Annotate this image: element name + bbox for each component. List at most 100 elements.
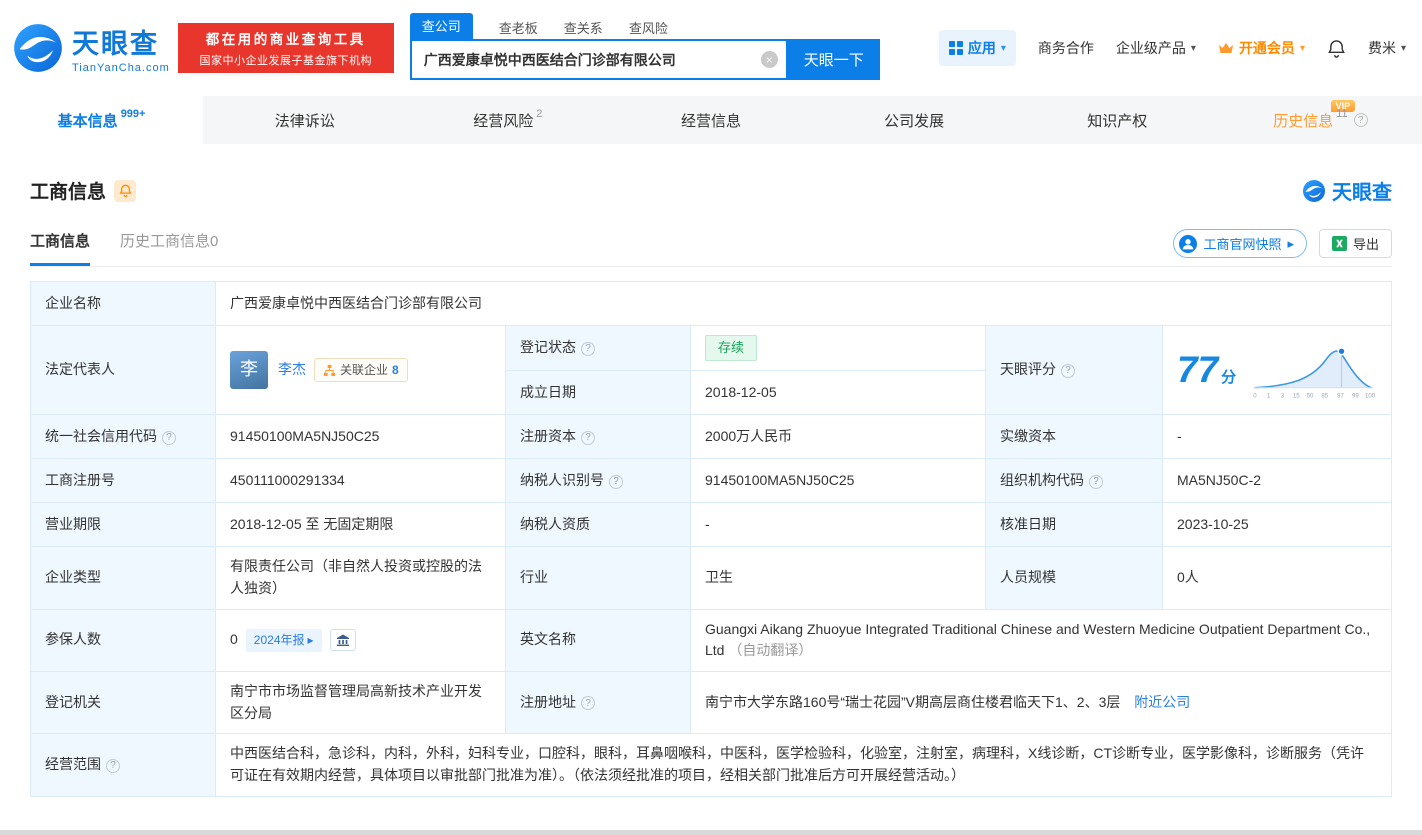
apps-menu-button[interactable]: 应用 ▾ xyxy=(938,30,1016,66)
business-scope-value: 中西医结合科，急诊科，内科，外科，妇科专业，口腔科，眼科，耳鼻咽喉科，中医科，医… xyxy=(230,745,1364,783)
top-header: 天眼查 TianYanCha.com 都在用的商业查询工具 国家中小企业发展子基… xyxy=(0,0,1422,96)
open-vip-menu[interactable]: 开通会员 ▾ xyxy=(1218,38,1305,58)
reg-address-value: 南宁市大学东路160号“瑞士花园”V期高层商住楼君临天下1、2、3层 xyxy=(705,693,1121,710)
tab-intellectual-property[interactable]: 知识产权 xyxy=(1016,96,1219,144)
related-label: 关联企业 xyxy=(340,362,389,377)
field-label: 企业名称 xyxy=(45,294,101,311)
search-tab-relation[interactable]: 查关系 xyxy=(564,18,603,39)
tab-label: 经营信息 xyxy=(680,112,741,130)
tab-basic-info[interactable]: 基本信息 999+ xyxy=(0,96,204,144)
field-label: 人员规模 xyxy=(1000,568,1056,585)
tab-history-info[interactable]: VIP 历史信息 11 ? xyxy=(1219,96,1422,144)
reg-authority-value: 南宁市市场监督管理局高新技术产业开发区分局 xyxy=(230,682,482,721)
username-label: 费米 xyxy=(1367,40,1396,56)
export-label: 导出 xyxy=(1352,237,1379,252)
table-row: 经营范围? 中西医结合科，急诊科，内科，外科，妇科专业，口腔科，眼科，耳鼻咽喉科… xyxy=(30,733,1392,797)
arrow-right-icon: ▸ xyxy=(1287,235,1294,251)
status-badge: 存续 xyxy=(705,335,758,362)
help-icon[interactable]: ? xyxy=(581,430,595,445)
subtab-business-registration[interactable]: 工商信息 xyxy=(30,230,91,266)
svg-text:50: 50 xyxy=(1307,393,1314,400)
chevron-down-icon: ▾ xyxy=(1000,42,1006,54)
field-label: 登记状态 xyxy=(520,339,576,356)
score-value: 77 xyxy=(1177,349,1219,391)
org-chart-icon xyxy=(323,364,336,376)
tab-badge: 11 xyxy=(1336,108,1348,120)
tab-operation-risk[interactable]: 经营风险 2 xyxy=(406,96,609,144)
institution-link[interactable] xyxy=(329,629,356,652)
industry-value: 卫生 xyxy=(705,568,733,585)
notifications-button[interactable] xyxy=(1327,39,1346,58)
related-companies-badge[interactable]: 关联企业 8 xyxy=(314,357,408,383)
enterprise-products-menu[interactable]: 企业级产品 ▾ xyxy=(1116,38,1196,58)
nearby-companies-link[interactable]: 附近公司 xyxy=(1134,694,1190,710)
legal-rep-link[interactable]: 李杰 xyxy=(278,359,306,381)
staff-size-value: 0人 xyxy=(1177,568,1199,585)
official-snapshot-button[interactable]: 工商官网快照 ▸ xyxy=(1173,229,1307,258)
establish-date-value: 2018-12-05 xyxy=(705,383,777,400)
brand-domain: TianYanCha.com xyxy=(72,62,170,74)
table-row: 工商注册号 450111000291334 纳税人识别号? 91450100MA… xyxy=(30,458,1392,504)
search-area: 查公司 查老板 查关系 查风险 × 天眼一下 xyxy=(409,13,880,80)
cooperation-label: 商务合作 xyxy=(1037,40,1094,56)
tab-business-info[interactable]: 经营信息 xyxy=(609,96,812,144)
search-tab-boss[interactable]: 查老板 xyxy=(499,18,538,39)
apps-label: 应用 xyxy=(967,40,996,56)
taxpayer-id-value: 91450100MA5NJ50C25 xyxy=(705,471,855,488)
tab-label: 知识产权 xyxy=(1087,112,1148,130)
svg-text:3: 3 xyxy=(1281,393,1285,400)
clear-search-icon[interactable]: × xyxy=(760,51,778,68)
help-icon[interactable]: ? xyxy=(1353,113,1368,127)
monitor-bell-button[interactable] xyxy=(114,179,137,202)
svg-text:99: 99 xyxy=(1352,393,1359,400)
search-tab-company[interactable]: 查公司 xyxy=(409,13,473,39)
help-icon[interactable]: ? xyxy=(609,474,623,489)
snapshot-icon xyxy=(1179,234,1198,253)
tianyancha-logo[interactable]: 天眼查 TianYanCha.com xyxy=(12,22,170,74)
tab-legal-proceedings[interactable]: 法律诉讼 xyxy=(203,96,406,144)
help-icon[interactable]: ? xyxy=(162,430,176,445)
help-icon[interactable]: ? xyxy=(1061,363,1075,378)
taxpayer-qualification-value: - xyxy=(705,515,710,532)
field-label: 天眼评分 xyxy=(1000,361,1056,378)
chevron-down-icon: ▾ xyxy=(1299,42,1305,54)
annual-report-badge[interactable]: 2024年报 ▸ xyxy=(245,628,322,652)
help-icon[interactable]: ? xyxy=(106,758,120,773)
field-label: 登记机关 xyxy=(45,693,101,710)
score-unit: 分 xyxy=(1221,369,1237,387)
watermark-brand-text: 天眼查 xyxy=(1332,182,1392,204)
company-nav-tabs: 基本信息 999+ 法律诉讼 经营风险 2 经营信息 公司发展 知识产权 VIP… xyxy=(0,96,1422,144)
enterprise-label: 企业级产品 xyxy=(1115,40,1186,56)
field-label: 纳税人识别号 xyxy=(520,471,604,488)
field-label: 成立日期 xyxy=(520,383,576,400)
header-actions: 应用 ▾ 商务合作 企业级产品 ▾ 开通会员 ▾ 费米 ▾ xyxy=(938,30,1406,66)
search-input[interactable] xyxy=(423,51,761,68)
help-icon[interactable]: ? xyxy=(581,341,595,356)
help-icon[interactable]: ? xyxy=(1089,474,1103,489)
subtab-history-registration[interactable]: 历史工商信息0 xyxy=(120,230,218,266)
field-label: 企业类型 xyxy=(45,568,101,585)
legal-rep-avatar[interactable]: 李 xyxy=(230,351,268,390)
vip-label: 开通会员 xyxy=(1238,40,1295,56)
svg-text:85: 85 xyxy=(1321,393,1328,400)
svg-text:15: 15 xyxy=(1293,393,1300,400)
section-title: 工商信息 xyxy=(30,182,107,203)
company-type-value: 有限责任公司（非自然人投资或控股的法人独资） xyxy=(230,558,482,596)
search-button[interactable]: 天眼一下 xyxy=(787,39,880,80)
annual-report-label: 2024年报 xyxy=(253,632,305,647)
tab-label: 经营风险 xyxy=(473,112,534,130)
export-button[interactable]: 导出 xyxy=(1318,229,1392,258)
tab-company-development[interactable]: 公司发展 xyxy=(813,96,1016,144)
field-label: 纳税人资质 xyxy=(520,515,590,532)
help-icon[interactable]: ? xyxy=(581,696,595,711)
snapshot-label: 工商官网快照 xyxy=(1203,237,1282,252)
user-menu[interactable]: 费米 ▾ xyxy=(1368,38,1406,58)
business-cooperation-link[interactable]: 商务合作 xyxy=(1038,38,1094,58)
score-distribution-chart: 0 1 3 15 50 85 97 99 100 xyxy=(1252,347,1376,400)
search-tab-risk[interactable]: 查风险 xyxy=(629,18,668,39)
excel-icon xyxy=(1331,236,1347,251)
svg-text:97: 97 xyxy=(1337,393,1344,400)
table-row: 登记机关 南宁市市场监督管理局高新技术产业开发区分局 注册地址? 南宁市大学东路… xyxy=(30,670,1392,735)
tab-label: 基本信息 xyxy=(57,112,118,130)
tianyancha-eye-icon xyxy=(14,24,62,72)
